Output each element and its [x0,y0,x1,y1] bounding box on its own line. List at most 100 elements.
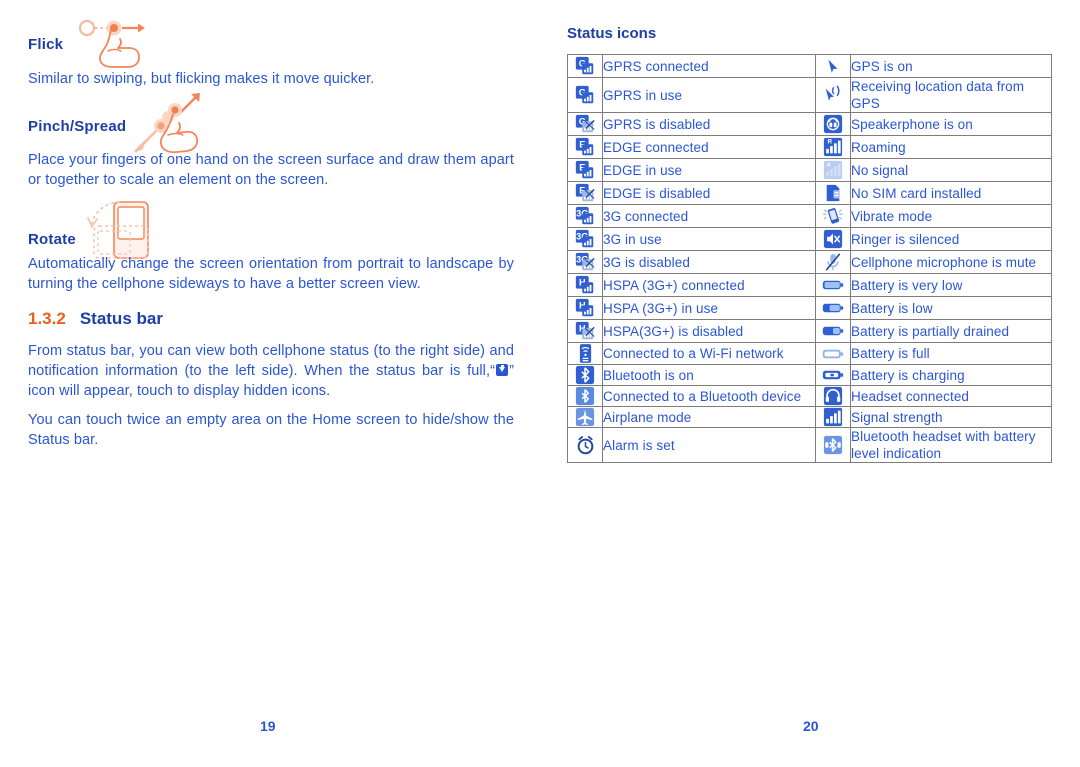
status-icon-label: GPRS is disabled [602,112,816,136]
edge-in-use-icon: E [567,158,603,182]
status-icon-label: 3G is disabled [602,250,816,274]
table-row: Bluetooth is on Battery is charging [567,364,1052,386]
section-number: 1.3.2 [28,309,66,328]
status-icon-label: Connected to a Bluetooth device [602,385,816,407]
status-icon-label: Bluetooth is on [602,364,816,386]
status-icon-label: 3G in use [602,227,816,251]
signal-strength-icon [815,406,851,428]
status-icon-label: GPRS in use [602,77,816,113]
ringer-silenced-icon [815,227,851,251]
gesture-heading-flick: Flick [28,36,64,53]
status-icon-label: Roaming [850,135,1052,159]
status-icon-label: HSPA (3G+) in use [602,296,816,320]
status-icon-label: Battery is charging [850,364,1052,386]
page-number-left: 19 [260,718,276,734]
status-icons-table: G GPRS connected GPS is on G GPRS in use Rece… [567,54,1052,463]
status-icon-label: HSPA(3G+) is disabled [602,319,816,343]
microphone-mute-icon [815,250,851,274]
table-row: Alarm is set Bluetooth headset with batte… [567,427,1052,463]
battery-low-icon [815,296,851,320]
status-icon-label: No SIM card installed [850,181,1052,205]
alarm-set-icon [567,427,603,463]
battery-full-icon [815,342,851,365]
status-bar-paragraph-2: You can touch twice an empty area on the… [28,412,514,448]
status-icon-label: 3G connected [602,204,816,228]
status-icon-label: EDGE connected [602,135,816,159]
table-row: G GPRS in use Receiving location data from… [567,77,1052,113]
wifi-connected-icon [567,342,603,365]
status-icon-label: Signal strength [850,406,1052,428]
hspa-disabled-icon: H [567,319,603,343]
status-icon-label: Alarm is set [602,427,816,463]
gprs-connected-icon: G [567,54,603,78]
table-row: G GPRS is disabled Speakerphone is on [567,112,1052,136]
more-notifications-icon [496,364,509,376]
table-row: Connected to a Wi-Fi network Battery is f… [567,342,1052,365]
status-icon-label: EDGE in use [602,158,816,182]
table-row: E EDGE in use × No signal [567,158,1052,182]
airplane-mode-icon [567,406,603,428]
status-icon-label: GPRS connected [602,54,816,78]
hspa-connected-icon: H [567,273,603,297]
no-sim-card-icon [815,181,851,205]
bluetooth-headset-battery-icon [815,427,851,463]
status-icon-label: Battery is full [850,342,1052,365]
gesture-description-pinch-spread: Place your fingers of one hand on the sc… [28,152,514,188]
status-icon-label: Battery is low [850,296,1052,320]
pinch-spread-hand-icon [134,93,200,154]
section-heading-status-bar: 1.3.2 Status bar [28,309,163,329]
gesture-heading-rotate: Rotate [28,231,76,248]
status-icon-label: Cellphone microphone is mute [850,250,1052,274]
svg-text:×: × [827,160,831,169]
status-icon-label: HSPA (3G+) connected [602,273,816,297]
edge-connected-icon: E [567,135,603,159]
table-row: 3G 3G is disabled Cellphone microphone is … [567,250,1052,274]
status-icon-label: Bluetooth headset with battery level ind… [850,427,1052,463]
status-icon-label: Speakerphone is on [850,112,1052,136]
table-row: H HSPA (3G+) in use Battery is low [567,296,1052,320]
3g-disabled-icon: 3G [567,250,603,274]
gprs-disabled-icon: G [567,112,603,136]
table-row: E EDGE is disabled No SIM card installed [567,181,1052,205]
flick-hand-icon [78,19,145,68]
gesture-description-rotate: Automatically change the screen orientat… [28,256,514,292]
3g-in-use-icon: 3G [567,227,603,251]
left-page: Flick Similar to swiping, but flicking m… [0,0,540,767]
status-icons-title: Status icons [567,25,657,42]
no-signal-icon: × [815,158,851,182]
status-icon-label: Ringer is silenced [850,227,1052,251]
table-row: Connected to a Bluetooth device Headset c… [567,385,1052,407]
table-row: 3G 3G connected Vibrate mode [567,204,1052,228]
page-number-right: 20 [803,718,819,734]
status-icon-label: Battery is partially drained [850,319,1052,343]
document-page-spread: Flick Similar to swiping, but flicking m… [0,0,1080,767]
battery-charging-icon [815,364,851,386]
status-icon-label: Headset connected [850,385,1052,407]
speakerphone-icon [815,112,851,136]
status-bar-paragraph-1-part-a: From status bar, you can view both cellp… [28,343,514,379]
status-icon-label: EDGE is disabled [602,181,816,205]
status-icon-label: Connected to a Wi-Fi network [602,342,816,365]
rotate-phone-icon [87,201,149,259]
table-row: Airplane mode Signal strength [567,406,1052,428]
svg-text:R: R [828,138,833,145]
hspa-in-use-icon: H [567,296,603,320]
headset-connected-icon [815,385,851,407]
3g-connected-icon: 3G [567,204,603,228]
status-icon-label: Battery is very low [850,273,1052,297]
edge-disabled-icon: E [567,181,603,205]
gesture-description-flick: Similar to swiping, but flicking makes i… [28,71,375,87]
status-icon-label: Airplane mode [602,406,816,428]
status-icon-label: GPS is on [850,54,1052,78]
status-icon-label: Receiving location data from GPS [850,77,1052,113]
table-row: E EDGE connected R Roaming [567,135,1052,159]
vibrate-mode-icon [815,204,851,228]
table-row: H HSPA (3G+) connected Battery is very low [567,273,1052,297]
status-icon-label: Vibrate mode [850,204,1052,228]
bluetooth-on-icon [567,364,603,386]
bluetooth-connected-icon [567,385,603,407]
table-row: G GPRS connected GPS is on [567,54,1052,78]
table-row: 3G 3G in use Ringer is silenced [567,227,1052,251]
section-title: Status bar [79,309,163,328]
roaming-icon: R [815,135,851,159]
